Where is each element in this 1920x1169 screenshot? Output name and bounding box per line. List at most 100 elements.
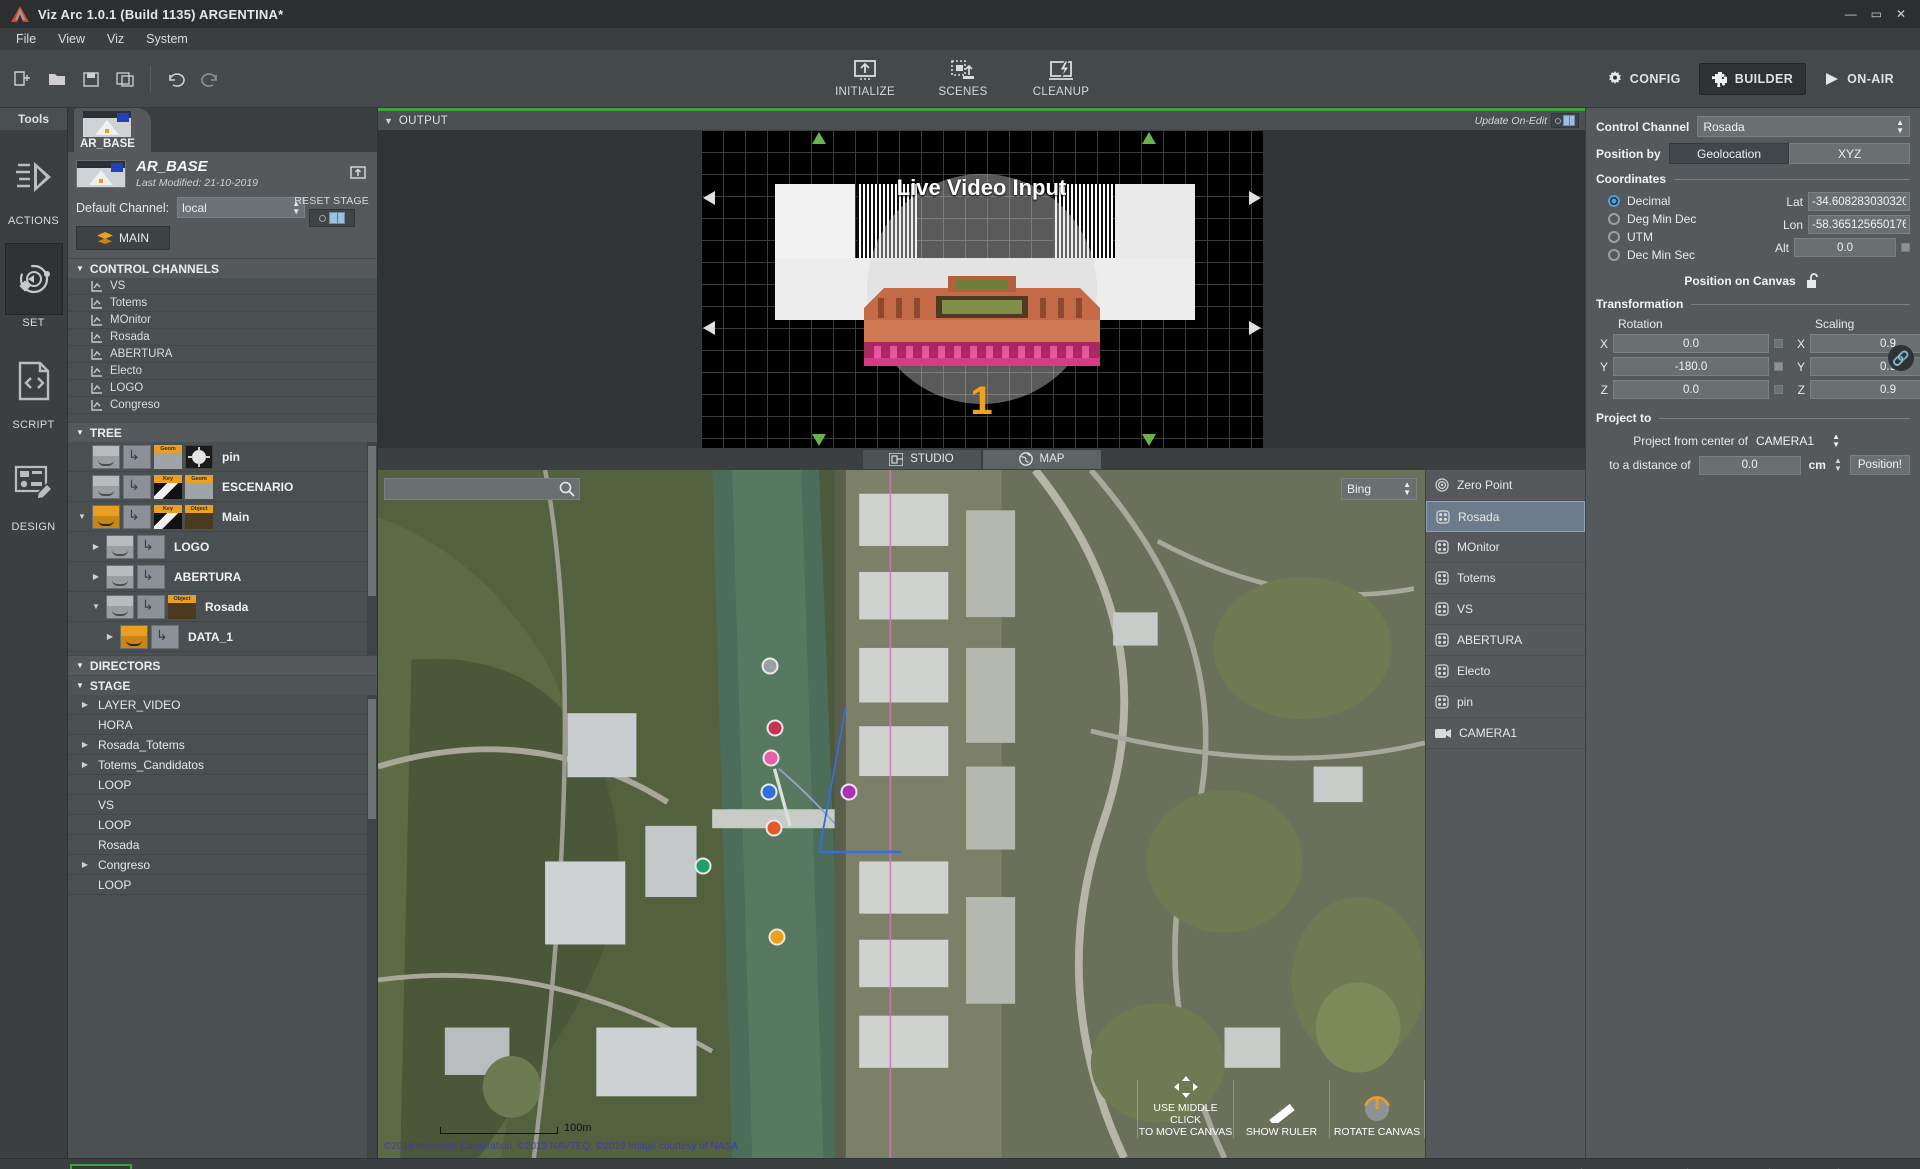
tree-expander[interactable]: ▶ [89,542,103,551]
director-row[interactable]: HORA [68,715,367,735]
scenes-button[interactable]: SCENES [926,59,1000,98]
map-channel-item[interactable]: MOnitor [1426,532,1585,563]
maximize-button[interactable]: ▭ [1871,7,1882,21]
rail-item-set[interactable]: SET [0,238,67,334]
object-icon[interactable]: Object [168,595,196,619]
directors-scrollbar[interactable] [367,695,377,1158]
transform-icon[interactable] [137,535,165,559]
control-channel-item[interactable]: ABERTURA [68,346,377,363]
transform-icon[interactable] [123,505,151,529]
minimize-button[interactable]: — [1845,7,1857,21]
control-channel-item[interactable]: Congreso [68,397,377,414]
director-row[interactable]: VS [68,795,367,815]
map-channel-item[interactable]: Rosada [1426,501,1585,532]
default-channel-select[interactable]: local ▲▼ [177,197,305,218]
rail-item-actions[interactable]: ACTIONS [0,136,67,232]
director-row[interactable]: ▶ Rosada_Totems [68,735,367,755]
menu-file[interactable]: File [6,30,46,48]
director-expander[interactable]: ▶ [78,740,92,749]
director-row[interactable]: Rosada [68,835,367,855]
director-expander[interactable]: ▶ [78,760,92,769]
rotate-canvas-control[interactable]: ROTATE CANVAS [1329,1080,1425,1138]
menu-system[interactable]: System [136,30,198,48]
animation-icon[interactable] [92,445,120,469]
control-channel-select[interactable]: Rosada ▲▼ [1697,116,1910,137]
control-channel-item[interactable]: VS [68,278,377,295]
directors-scrollbar-thumb[interactable] [368,699,376,819]
map-channel-item[interactable]: Zero Point [1426,470,1585,501]
position-by-geolocation[interactable]: Geolocation [1669,143,1790,164]
new-icon[interactable] [8,64,38,94]
chevron-updown-icon[interactable]: ▲▼ [1834,457,1842,473]
chevron-down-icon[interactable]: ▼ [384,116,393,126]
coord-mode-radio[interactable]: Dec Min Sec [1608,246,1716,264]
tree-row[interactable]: ▶ABERTURA [68,562,367,592]
stage-header[interactable]: ▼ STAGE [68,675,377,695]
open-folder-icon[interactable] [42,64,72,94]
map-channel-item[interactable]: CAMERA1 [1426,718,1585,749]
object-icon[interactable]: Object [185,505,213,529]
main-layer-button[interactable]: MAIN [76,226,170,250]
director-row[interactable]: ▶ Congreso [68,855,367,875]
tree-scrollbar-thumb[interactable] [368,446,376,596]
animation-icon[interactable] [92,475,120,499]
search-icon[interactable] [559,481,575,497]
rotation-x-checkbox[interactable] [1774,339,1783,348]
show-ruler-button[interactable]: SHOW RULER [1233,1080,1329,1138]
config-button[interactable]: CONFIG [1595,64,1693,94]
key-icon[interactable]: Key [154,505,182,529]
project-camera-select[interactable]: CAMERA1 ▲▼ [1756,431,1840,450]
green-marker[interactable] [695,858,712,875]
control-channel-item[interactable]: Electo [68,363,377,380]
map-search-box[interactable] [384,478,580,500]
alt-input[interactable] [1794,238,1896,257]
control-channel-item[interactable]: Rosada [68,329,377,346]
redo-icon[interactable] [195,64,225,94]
lat-input[interactable] [1808,192,1910,211]
coord-mode-radio[interactable]: Deg Min Dec [1608,210,1716,228]
local-badge[interactable]: - local - [70,1164,132,1169]
director-row[interactable]: LOOP [68,815,367,835]
directors-header[interactable]: ▼ DIRECTORS [68,655,377,675]
rotation-y-input[interactable] [1613,357,1769,376]
unlock-icon[interactable] [1806,272,1822,289]
update-on-edit-toggle[interactable] [1551,113,1579,128]
control-channel-item[interactable]: LOGO [68,380,377,397]
map-channel-item[interactable]: ABERTURA [1426,625,1585,656]
reset-stage-toggle[interactable] [309,209,355,227]
coord-mode-radio[interactable]: Decimal [1608,192,1716,210]
cleanup-button[interactable]: CLEANUP [1024,59,1098,98]
blue-marker[interactable] [761,784,778,801]
transform-icon[interactable] [123,445,151,469]
position-by-xyz[interactable]: XYZ [1789,143,1910,164]
grey-marker[interactable] [762,658,779,675]
menu-viz[interactable]: Viz [97,30,134,48]
tree-expander[interactable]: ▶ [89,572,103,581]
menu-view[interactable]: View [48,30,95,48]
save-as-icon[interactable] [110,64,140,94]
transform-icon[interactable] [137,595,165,619]
output-preview[interactable]: Live Video Input [378,130,1585,448]
map-view[interactable]: Bing ▲▼ 100m ©2019 Microsoft Corporation… [378,470,1425,1158]
tree-scrollbar[interactable] [367,442,377,655]
rotation-x-input[interactable] [1613,334,1769,353]
director-expander[interactable]: ▶ [78,700,92,709]
map-channel-item[interactable]: VS [1426,594,1585,625]
director-row[interactable]: LOOP [68,875,367,895]
animation-active-icon[interactable] [120,625,148,649]
rotation-z-checkbox[interactable] [1774,385,1783,394]
map-channel-item[interactable]: Totems [1426,563,1585,594]
tree-expander[interactable]: ▶ [103,632,117,641]
map-channel-item[interactable]: pin [1426,687,1585,718]
director-row[interactable]: LOOP [68,775,367,795]
tree-row[interactable]: ▼ObjectRosada [68,592,367,622]
sphere-icon[interactable] [185,445,213,469]
rail-item-design[interactable]: DESIGN [0,442,67,538]
map-search-input[interactable] [389,482,559,496]
tree-row[interactable]: ▶LOGO [68,532,367,562]
coord-mode-radio[interactable]: UTM [1608,228,1716,246]
animation-active-icon[interactable] [92,505,120,529]
director-expander[interactable]: ▶ [78,860,92,869]
undo-icon[interactable] [161,64,191,94]
rotation-y-checkbox[interactable] [1774,362,1783,371]
